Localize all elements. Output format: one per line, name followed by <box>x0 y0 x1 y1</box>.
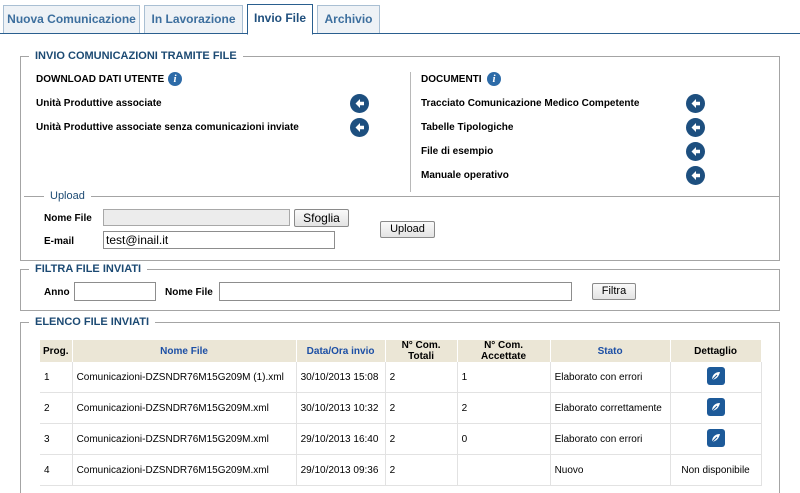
cell-prog: 4 <box>40 454 73 486</box>
col-stato[interactable]: Stato <box>550 340 671 362</box>
cell-stato: Elaborato con errori <box>550 423 671 455</box>
cell-data-ora: 30/10/2013 10:32 <box>296 392 386 424</box>
cell-com-totali: 2 <box>385 423 458 455</box>
tab-invio-file[interactable]: Invio File <box>247 4 313 35</box>
table-row: 3 Comunicazioni-DZSNDR76M15G209M.xml 29/… <box>40 423 762 455</box>
download-icon[interactable] <box>686 166 705 185</box>
col-dettaglio: Dettaglio <box>670 340 762 362</box>
cell-dettaglio <box>670 423 762 455</box>
col-nome-file[interactable]: Nome File <box>72 340 297 362</box>
col-com-totali: N° Com. Totali <box>385 340 458 362</box>
cell-nome-file: Comunicazioni-DZSNDR76M15G209M (1).xml <box>72 362 297 393</box>
email-field[interactable] <box>103 231 335 249</box>
download-icon[interactable] <box>686 142 705 161</box>
invio-legend: INVIO COMUNICAZIONI TRAMITE FILE <box>29 50 243 62</box>
files-table: Prog. Nome File Data/Ora invio N° Com. T… <box>40 340 762 486</box>
tab-in-lavorazione[interactable]: In Lavorazione <box>144 5 243 33</box>
col-com-accettate: N° Com. Accettate <box>457 340 551 362</box>
download-icon[interactable] <box>350 94 369 113</box>
tab-archivio[interactable]: Archivio <box>317 5 380 33</box>
cell-com-accettate: 1 <box>457 362 551 393</box>
download-icon[interactable] <box>350 118 369 137</box>
cell-nome-file: Comunicazioni-DZSNDR76M15G209M.xml <box>72 392 297 424</box>
cell-prog: 3 <box>40 423 73 455</box>
tab-nuova-comunicazione[interactable]: Nuova Comunicazione <box>3 5 140 33</box>
table-row: 4 Comunicazioni-DZSNDR76M15G209M.xml 29/… <box>40 454 762 486</box>
filtra-legend: FILTRA FILE INVIATI <box>29 263 148 275</box>
cell-data-ora: 29/10/2013 09:36 <box>296 454 386 486</box>
cell-com-totali: 2 <box>385 392 458 424</box>
cell-com-totali: 2 <box>385 362 458 393</box>
anno-label: Anno <box>44 287 70 298</box>
cell-stato: Elaborato con errori <box>550 362 671 393</box>
cell-dettaglio <box>670 362 762 393</box>
doc-tracciato[interactable]: Tracciato Comunicazione Medico Competent… <box>421 98 639 109</box>
tab-bar: Nuova Comunicazione In Lavorazione Invio… <box>0 0 800 35</box>
table-row: 2 Comunicazioni-DZSNDR76M15G209M.xml 30/… <box>40 392 762 424</box>
cell-com-accettate: 2 <box>457 392 551 424</box>
cell-dettaglio <box>670 392 762 424</box>
detail-icon[interactable] <box>706 397 725 416</box>
detail-icon[interactable] <box>706 428 725 447</box>
upload-legend: Upload <box>44 190 91 202</box>
detail-icon[interactable] <box>706 366 725 385</box>
download-item-senza-comunicazioni[interactable]: Unità Produttive associate senza comunic… <box>36 122 299 133</box>
col-prog: Prog. <box>40 340 73 362</box>
filtra-nome-file-label: Nome File <box>165 287 213 298</box>
column-divider <box>410 72 411 192</box>
download-item-unita-produttive[interactable]: Unità Produttive associate <box>36 98 162 109</box>
cell-stato: Elaborato correttamente <box>550 392 671 424</box>
cell-data-ora: 30/10/2013 15:08 <box>296 362 386 393</box>
upload-email-label: E-mail <box>44 236 75 247</box>
info-icon[interactable]: i <box>487 72 501 86</box>
doc-file-esempio[interactable]: File di esempio <box>421 146 493 157</box>
doc-manuale-operativo[interactable]: Manuale operativo <box>421 170 509 181</box>
cell-dettaglio: Non disponibile <box>670 454 762 486</box>
cell-com-accettate: 0 <box>457 423 551 455</box>
cell-prog: 2 <box>40 392 73 424</box>
doc-tabelle-tipologiche[interactable]: Tabelle Tipologiche <box>421 122 513 133</box>
elenco-legend: ELENCO FILE INVIATI <box>29 316 156 328</box>
sfoglia-button[interactable]: Sfoglia <box>294 209 349 227</box>
upload-button[interactable]: Upload <box>380 221 435 238</box>
cell-prog: 1 <box>40 362 73 393</box>
cell-nome-file: Comunicazioni-DZSNDR76M15G209M.xml <box>72 454 297 486</box>
download-icon[interactable] <box>686 118 705 137</box>
cell-data-ora: 29/10/2013 16:40 <box>296 423 386 455</box>
anno-input[interactable] <box>74 282 156 301</box>
info-icon[interactable]: i <box>168 72 182 86</box>
table-header-row: Prog. Nome File Data/Ora invio N° Com. T… <box>40 340 762 362</box>
download-icon[interactable] <box>686 94 705 113</box>
cell-com-totali: 2 <box>385 454 458 486</box>
documenti-header: DOCUMENTI <box>421 74 482 85</box>
table-row: 1 Comunicazioni-DZSNDR76M15G209M (1).xml… <box>40 362 762 393</box>
cell-com-accettate <box>457 454 551 486</box>
upload-file-input[interactable] <box>103 209 290 226</box>
filtra-nome-file-input[interactable] <box>219 282 572 301</box>
upload-divider <box>24 196 780 197</box>
download-header: DOWNLOAD DATI UTENTE <box>36 74 165 85</box>
upload-nome-file-label: Nome File <box>44 213 92 224</box>
tab-underline <box>0 33 800 34</box>
filtra-button[interactable]: Filtra <box>592 283 636 300</box>
cell-stato: Nuovo <box>550 454 671 486</box>
col-data-ora[interactable]: Data/Ora invio <box>296 340 386 362</box>
cell-nome-file: Comunicazioni-DZSNDR76M15G209M.xml <box>72 423 297 455</box>
